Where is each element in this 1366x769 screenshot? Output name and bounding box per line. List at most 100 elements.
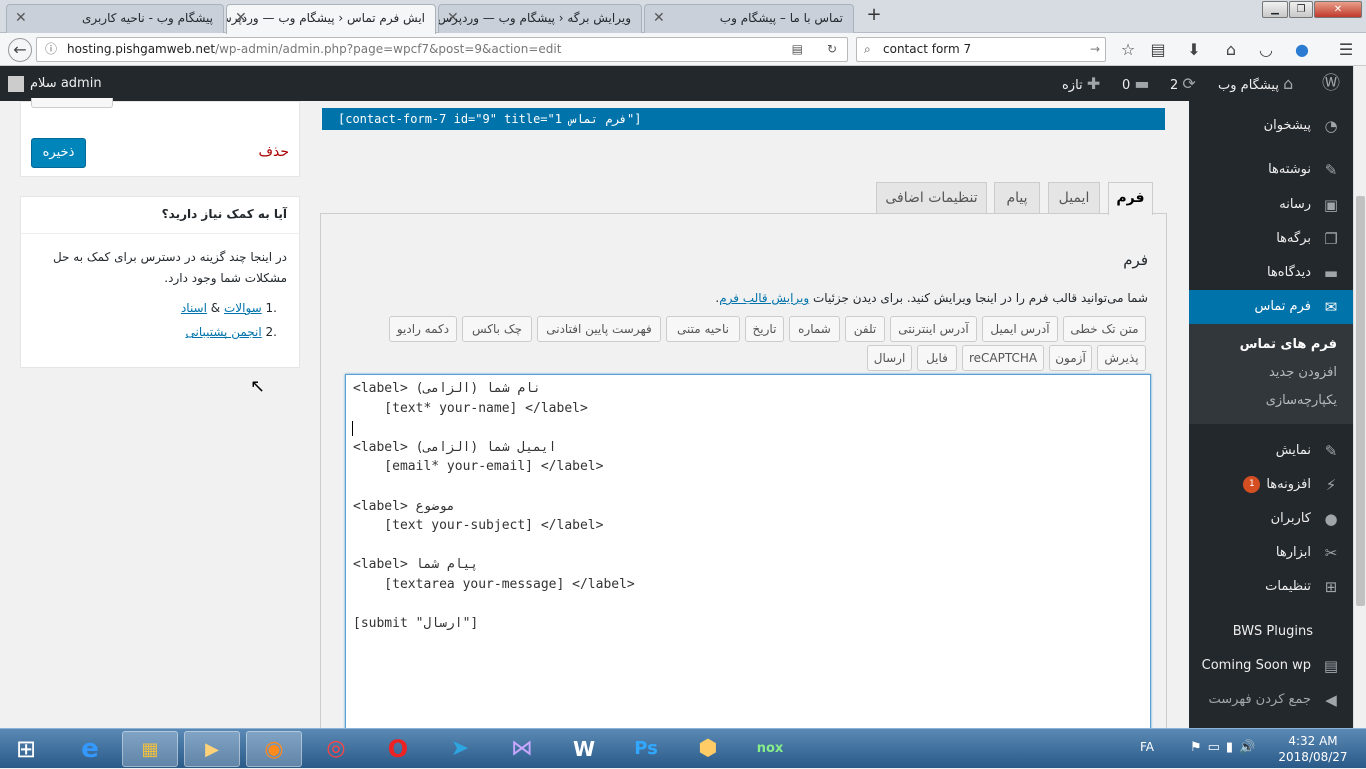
mail-icon: ✉ <box>1324 298 1338 316</box>
my-account-menu[interactable]: سلام admin <box>8 66 102 101</box>
page-scrollbar[interactable] <box>1353 66 1366 728</box>
menu-icon[interactable]: ☰ <box>1334 38 1358 62</box>
site-name-menu[interactable]: پیشگام وب ⌂ <box>1218 66 1293 101</box>
tag-tel-button[interactable]: تلفن <box>845 316 885 342</box>
sidebar-item-label: تنظیمات <box>1265 579 1311 594</box>
search-input[interactable]: ⌕ contact form 7 → <box>856 37 1106 62</box>
sidebar-item-appearance[interactable]: ✎ نمایش <box>1189 434 1353 468</box>
tag-checkbox-button[interactable]: چک باکس <box>462 316 532 342</box>
browser-tab-active[interactable]: ✕ ایش فرم تماس ‹ پیشگام وب — وردپرس <box>226 4 436 34</box>
minimize-window-button[interactable]: ▁ <box>1262 1 1288 18</box>
chrome-icon[interactable]: ◎ <box>308 731 364 767</box>
start-button[interactable]: ⊞ <box>0 731 52 767</box>
account-icon[interactable]: ● <box>1290 38 1314 62</box>
updates-menu[interactable]: 2 ⟳ <box>1170 66 1196 101</box>
pocket-icon[interactable]: ◡ <box>1254 38 1278 62</box>
browser-tab[interactable]: ✕ تماس با ما – پیشگام وب <box>644 4 854 33</box>
comments-menu[interactable]: 0 ▬ <box>1122 66 1150 101</box>
tag-dropdown-button[interactable]: فهرست پایین افتادنی <box>537 316 661 342</box>
library-icon[interactable]: ▤ <box>1146 38 1170 62</box>
sidebar-item-comments[interactable]: ▬ دیدگاه‌ها <box>1189 256 1353 290</box>
sidebar-item-settings[interactable]: ⊞ تنظیمات <box>1189 570 1353 604</box>
panel-description: شما می‌توانید قالب فرم را در اینجا ویرای… <box>715 291 1148 305</box>
submenu-contact-forms[interactable]: فرم های تماس <box>1189 331 1353 359</box>
reader-view-icon[interactable]: ▤ <box>792 38 803 61</box>
submenu-add-new[interactable]: افزودن جدید <box>1189 359 1353 387</box>
sidebar-item-plugins[interactable]: ⚡ افزونه‌ها 1 <box>1189 468 1353 502</box>
docs-link[interactable]: اسناد <box>181 301 207 315</box>
file-explorer-icon[interactable]: ▦ <box>122 731 178 767</box>
reload-icon[interactable]: ↻ <box>827 38 837 61</box>
tag-email-button[interactable]: آدرس ایمیل <box>982 316 1058 342</box>
info-icon[interactable]: ⓘ <box>45 38 57 61</box>
opera-icon[interactable]: O <box>370 731 426 767</box>
code-line: <label> پیام شما <box>353 557 479 572</box>
telegram-icon[interactable]: ➤ <box>432 731 488 767</box>
clock[interactable]: 4:32 AM 2018/08/27 <box>1268 733 1358 765</box>
home-icon[interactable]: ⌂ <box>1219 38 1243 62</box>
internet-explorer-icon[interactable]: e <box>62 731 118 767</box>
media-player-icon[interactable]: ▶ <box>184 731 240 767</box>
visual-studio-icon[interactable]: ⋈ <box>494 731 550 767</box>
tray-icons[interactable]: ⚑▭▮🔊 <box>1190 729 1261 769</box>
tag-number-button[interactable]: شماره <box>789 316 840 342</box>
sidebar-item-coming-soon[interactable]: ▤ Coming Soon wp <box>1189 649 1353 683</box>
tag-text-button[interactable]: متن تک خطی <box>1063 316 1146 342</box>
sidebar-item-users[interactable]: ● کاربران <box>1189 502 1353 536</box>
edit-form-template-link[interactable]: ویرایش قالب فرم <box>719 291 809 305</box>
paint-icon[interactable]: ⬢ <box>680 731 736 767</box>
photoshop-icon[interactable]: Ps <box>618 731 674 767</box>
search-go-icon[interactable]: → <box>1090 38 1100 61</box>
new-content-menu[interactable]: تازه ✚ <box>1062 66 1100 101</box>
close-tab-icon[interactable]: ✕ <box>15 5 27 31</box>
new-tab-button[interactable]: + <box>864 6 884 26</box>
sidebar-item-posts[interactable]: ✎ نوشته‌ها <box>1189 153 1353 187</box>
submenu-integration[interactable]: یکپارچه‌سازی <box>1189 387 1353 415</box>
maximize-window-button[interactable]: ❐ <box>1289 1 1313 18</box>
url-bar[interactable]: ⓘ hosting.pishgamweb.net/wp-admin/admin.… <box>36 37 848 62</box>
description-text: شما می‌توانید قالب فرم را در اینجا ویرای… <box>813 291 1148 305</box>
save-button[interactable]: ذخیره <box>31 138 86 168</box>
delete-link[interactable]: حذف <box>258 144 289 160</box>
sidebar-item-tools[interactable]: ✂ ابزارها <box>1189 536 1353 570</box>
help-title: آیا به کمک نیاز دارید؟ <box>161 207 287 221</box>
word-icon[interactable]: W <box>556 731 612 767</box>
sidebar-item-label: افزونه‌ها <box>1266 477 1311 492</box>
sidebar-item-dashboard[interactable]: ◔ پیشخوان <box>1189 109 1353 143</box>
tab-form[interactable]: فرم <box>1108 182 1153 215</box>
support-forum-link[interactable]: انجمن پشتیبانی <box>185 325 261 339</box>
tag-recaptcha-button[interactable]: reCAPTCHA <box>962 345 1044 371</box>
tab-additional-settings[interactable]: تنظیمات اضافی <box>876 182 987 214</box>
nox-icon[interactable]: nox <box>742 731 798 767</box>
tag-acceptance-button[interactable]: پذیرش <box>1097 345 1146 371</box>
sidebar-item-media[interactable]: ▣ رسانه <box>1189 188 1353 222</box>
wordpress-logo-icon[interactable]: Ⓦ <box>1322 66 1340 101</box>
firefox-icon[interactable]: ◉ <box>246 731 302 767</box>
close-tab-icon[interactable]: ✕ <box>653 5 665 31</box>
sidebar-item-pages[interactable]: ❐ برگه‌ها <box>1189 222 1353 256</box>
sidebar-item-contact-form[interactable]: ✉ فرم تماس <box>1189 290 1353 324</box>
tag-radio-button[interactable]: دکمه رادیو <box>389 316 457 342</box>
scrollbar-thumb[interactable] <box>1356 196 1365 606</box>
tag-textarea-button[interactable]: ناحیه متنی <box>666 316 740 342</box>
tag-file-button[interactable]: فایل <box>917 345 957 371</box>
tag-url-button[interactable]: آدرس اینترنتی <box>890 316 977 342</box>
duplicate-button[interactable] <box>31 98 113 108</box>
browser-tab[interactable]: ✕ ویرایش برگه ‹ پیشگام وب — وردپرس <box>438 4 642 33</box>
language-indicator[interactable]: FA <box>1140 729 1154 769</box>
bookmark-star-icon[interactable]: ☆ <box>1116 38 1140 62</box>
tag-quiz-button[interactable]: آزمون <box>1049 345 1092 371</box>
sidebar-collapse-menu[interactable]: ◀ جمع کردن فهرست <box>1189 683 1353 717</box>
tab-messages[interactable]: پیام <box>994 182 1040 214</box>
tag-date-button[interactable]: تاریخ <box>745 316 784 342</box>
tab-mail[interactable]: ایمیل <box>1048 182 1100 214</box>
browser-tab[interactable]: ✕ پیشگام وب - ناحیه کاربری <box>6 4 224 33</box>
back-button[interactable]: ← <box>8 38 32 62</box>
tag-submit-button[interactable]: ارسال <box>867 345 912 371</box>
close-window-button[interactable]: ✕ <box>1314 1 1362 18</box>
downloads-icon[interactable]: ⬇ <box>1182 38 1206 62</box>
sidebar-item-bws-plugins[interactable]: BWS Plugins <box>1189 615 1353 649</box>
shortcode-display[interactable]: [contact-form-7 id="9" title="فرم تماس 1… <box>322 108 1165 130</box>
form-template-editor[interactable]: <label> نام شما (الزامی) [text* your-nam… <box>345 374 1151 734</box>
faq-link[interactable]: سوالات <box>224 301 262 315</box>
